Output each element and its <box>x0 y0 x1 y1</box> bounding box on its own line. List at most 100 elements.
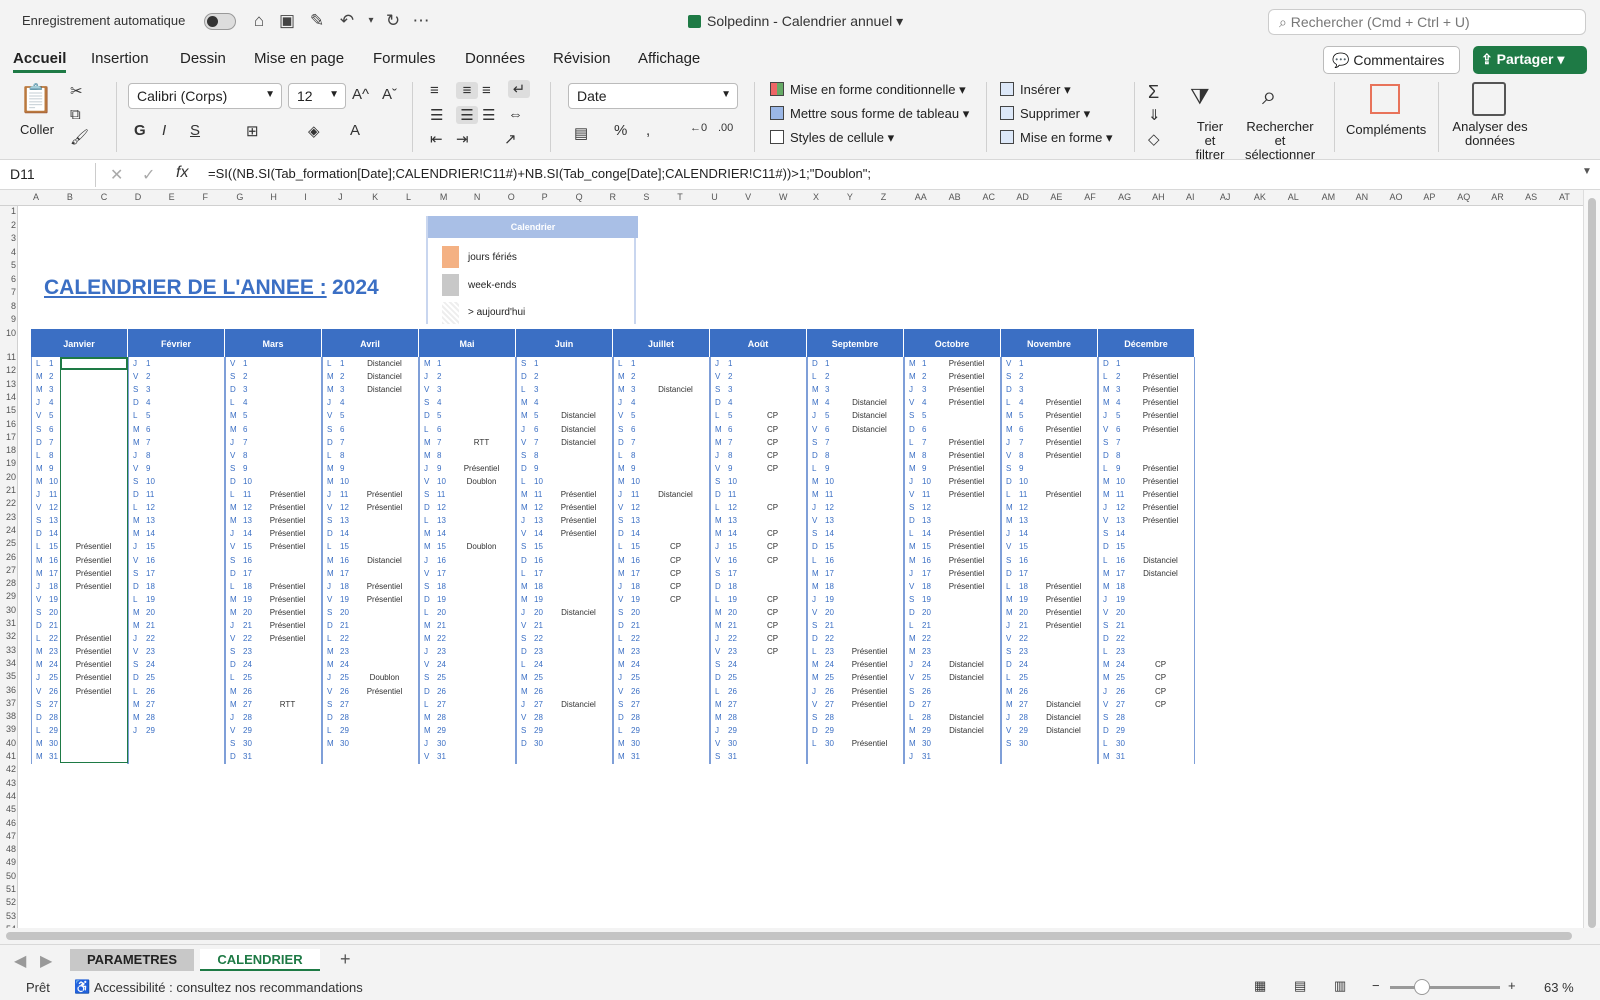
tab-formules[interactable]: Formules <box>373 50 436 67</box>
event-cell[interactable]: CP <box>643 582 708 591</box>
event-cell[interactable]: CP <box>643 569 708 578</box>
row-header[interactable]: 15 <box>2 405 16 415</box>
name-box[interactable]: D11 <box>0 163 96 187</box>
event-cell[interactable]: Présentiel <box>255 608 320 617</box>
column-header[interactable]: Q <box>576 192 583 202</box>
sheet-tab-parametres[interactable]: PARAMETRES <box>70 949 194 971</box>
horizontal-scroll-thumb[interactable] <box>6 932 1572 940</box>
event-cell[interactable]: Distanciel <box>546 438 611 447</box>
event-cell[interactable]: Présentiel <box>255 634 320 643</box>
cancel-icon[interactable]: ✕ <box>110 165 123 185</box>
event-cell[interactable]: Présentiel <box>934 490 999 499</box>
event-cell[interactable]: Présentiel <box>1128 490 1193 499</box>
prev-sheet-icon[interactable]: ◀ <box>14 951 26 971</box>
paste-icon[interactable]: 📋 <box>16 82 56 116</box>
indent-icon[interactable]: ⇥ <box>456 130 469 148</box>
event-cell[interactable]: Présentiel <box>934 438 999 447</box>
zoom-slider-thumb[interactable] <box>1414 979 1430 995</box>
align-left-icon[interactable]: ☰ <box>430 106 443 124</box>
conditional-format-button[interactable]: Mise en forme conditionnelle ▾ <box>770 82 966 98</box>
analyze-data-icon[interactable] <box>1472 82 1506 116</box>
increase-decimal-icon[interactable]: ←0 <box>690 122 707 134</box>
row-header[interactable]: 33 <box>2 645 16 655</box>
event-cell[interactable]: Doublon <box>449 477 514 486</box>
event-cell[interactable]: CP <box>740 529 805 538</box>
event-cell[interactable]: Présentiel <box>255 621 320 630</box>
event-cell[interactable]: Distanciel <box>546 700 611 709</box>
clear-icon[interactable]: ◇ <box>1148 130 1160 148</box>
column-header[interactable]: P <box>542 192 548 202</box>
event-cell[interactable]: Présentiel <box>934 359 999 368</box>
copy-icon[interactable]: ⧉ <box>70 106 81 123</box>
row-header[interactable]: 43 <box>2 778 16 788</box>
column-header[interactable]: S <box>643 192 649 202</box>
comma-icon[interactable]: , <box>646 122 650 139</box>
row-header[interactable]: 18 <box>2 445 16 455</box>
column-header[interactable]: G <box>236 192 243 202</box>
bold-icon[interactable]: G <box>134 122 146 139</box>
event-cell[interactable]: CP <box>643 542 708 551</box>
event-cell[interactable]: Distanciel <box>546 608 611 617</box>
event-cell[interactable]: Doublon <box>449 542 514 551</box>
tab-affichage[interactable]: Affichage <box>638 50 700 67</box>
accounting-icon[interactable]: ▤ <box>574 124 588 142</box>
row-header[interactable]: 5 <box>2 260 16 270</box>
event-cell[interactable]: Distanciel <box>1128 556 1193 565</box>
decrease-decimal-icon[interactable]: .00 <box>718 122 733 134</box>
row-header[interactable]: 11 <box>2 352 16 362</box>
column-header[interactable]: F <box>203 192 209 202</box>
delete-button[interactable]: Supprimer ▾ <box>1000 106 1090 122</box>
column-header[interactable]: AK <box>1254 192 1266 202</box>
italic-icon[interactable]: I <box>162 122 166 139</box>
event-cell[interactable]: CP <box>740 503 805 512</box>
row-header[interactable]: 38 <box>2 711 16 721</box>
event-cell[interactable]: Présentiel <box>934 398 999 407</box>
event-cell[interactable]: Présentiel <box>837 700 902 709</box>
tab-revision[interactable]: Révision <box>553 50 611 67</box>
format-as-table-button[interactable]: Mettre sous forme de tableau ▾ <box>770 106 969 122</box>
function-icon[interactable]: fx <box>176 164 188 182</box>
sort-filter-label[interactable]: Trier et filtrer <box>1190 120 1230 162</box>
row-header[interactable]: 12 <box>2 365 16 375</box>
event-cell[interactable]: CP <box>1128 700 1193 709</box>
event-cell[interactable]: Présentiel <box>1031 582 1096 591</box>
column-header[interactable]: AG <box>1118 192 1131 202</box>
share-button[interactable]: ⇪ Partager ▾ <box>1473 46 1587 74</box>
column-header[interactable]: W <box>779 192 788 202</box>
row-header[interactable]: 10 <box>2 328 16 338</box>
column-header[interactable]: AM <box>1322 192 1336 202</box>
row-header[interactable]: 16 <box>2 419 16 429</box>
event-cell[interactable]: RTT <box>449 438 514 447</box>
column-header[interactable]: V <box>745 192 751 202</box>
column-header[interactable]: K <box>372 192 378 202</box>
sheet-tab-calendrier[interactable]: CALENDRIER <box>200 949 320 971</box>
row-header[interactable]: 50 <box>2 871 16 881</box>
event-cell[interactable]: Distanciel <box>1031 726 1096 735</box>
row-header[interactable]: 27 <box>2 565 16 575</box>
event-cell[interactable]: Présentiel <box>934 372 999 381</box>
row-header[interactable]: 53 <box>2 911 16 921</box>
event-cell[interactable]: Présentiel <box>837 660 902 669</box>
column-header[interactable]: I <box>304 192 307 202</box>
event-cell[interactable]: CP <box>643 595 708 604</box>
event-cell[interactable]: Présentiel <box>1128 398 1193 407</box>
row-header[interactable]: 23 <box>2 512 16 522</box>
event-cell[interactable]: Distanciel <box>352 359 417 368</box>
event-cell[interactable]: Distanciel <box>546 411 611 420</box>
tab-accueil[interactable]: Accueil <box>13 50 67 73</box>
event-cell[interactable]: CP <box>740 438 805 447</box>
event-cell[interactable]: Présentiel <box>352 687 417 696</box>
addins-icon[interactable] <box>1370 84 1400 114</box>
column-header[interactable]: A <box>33 192 39 202</box>
event-cell[interactable]: Présentiel <box>1128 516 1193 525</box>
column-header[interactable]: X <box>813 192 819 202</box>
normal-view-icon[interactable]: ▦ <box>1254 978 1266 994</box>
insert-button[interactable]: Insérer ▾ <box>1000 82 1071 98</box>
column-header[interactable]: J <box>338 192 343 202</box>
event-cell[interactable]: Distanciel <box>643 385 708 394</box>
column-header[interactable]: O <box>508 192 515 202</box>
row-header[interactable]: 1 <box>2 206 16 216</box>
event-cell[interactable]: Distanciel <box>352 372 417 381</box>
row-header[interactable]: 40 <box>2 738 16 748</box>
column-header[interactable]: AF <box>1084 192 1096 202</box>
